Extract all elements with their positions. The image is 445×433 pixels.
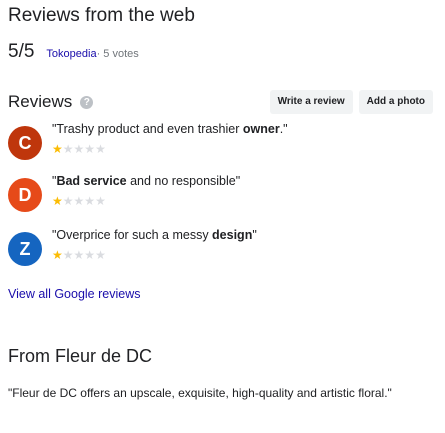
review-highlight: design [212, 228, 253, 242]
owner-description: "Fleur de DC offers an upscale, exquisit… [8, 386, 392, 400]
star-rating: ★★★★★ [52, 142, 106, 156]
review-highlight: Bad service [56, 174, 127, 188]
web-review-source-link[interactable]: Tokopedia [46, 48, 96, 60]
avatar: C [8, 126, 42, 160]
review-text: "Bad service and no responsible" [52, 174, 241, 188]
add-photo-button[interactable]: Add a photo [358, 90, 433, 114]
star-empty-icon: ★ [73, 142, 85, 156]
star-empty-icon: ★ [62, 194, 74, 208]
star-empty-icon: ★ [95, 248, 106, 262]
avatar: D [8, 178, 42, 212]
star-rating: ★★★★★ [52, 194, 106, 208]
help-circle-icon[interactable]: ? [80, 95, 94, 109]
star-empty-icon: ★ [73, 248, 85, 262]
review-item[interactable]: D "Bad service and no responsible" ★★★★★ [8, 172, 437, 220]
web-reviews-title: Reviews from the web [8, 5, 195, 26]
star-rating: ★★★★★ [52, 248, 106, 262]
web-review-votes: · 5 votes [96, 48, 139, 60]
star-filled-icon: ★ [52, 248, 63, 262]
star-empty-icon: ★ [95, 142, 106, 156]
star-empty-icon: ★ [84, 248, 96, 262]
star-filled-icon: ★ [52, 194, 63, 208]
star-filled-icon: ★ [52, 142, 63, 156]
web-review-score: 5/5 [8, 41, 35, 62]
review-item[interactable]: C "Trashy product and even trashier owne… [8, 120, 437, 168]
review-text: "Trashy product and even trashier owner.… [52, 122, 288, 136]
web-review-summary: 5/5 Tokopedia · 5 votes [8, 41, 139, 63]
star-empty-icon: ★ [84, 142, 96, 156]
review-text: "Overprice for such a messy design" [52, 228, 257, 242]
star-empty-icon: ★ [95, 194, 106, 208]
reviews-header: Reviews ? Write a review Add a photo [8, 88, 433, 116]
review-highlight: owner [242, 122, 280, 136]
write-review-button[interactable]: Write a review [269, 90, 353, 114]
star-empty-icon: ★ [73, 194, 85, 208]
star-empty-icon: ★ [84, 194, 96, 208]
avatar: Z [8, 232, 42, 266]
reviews-title: Reviews [8, 92, 73, 111]
review-item[interactable]: Z "Overprice for such a messy design" ★★… [8, 226, 437, 274]
view-all-reviews-link[interactable]: View all Google reviews [8, 287, 140, 301]
star-empty-icon: ★ [62, 248, 74, 262]
from-owner-title: From Fleur de DC [8, 346, 153, 366]
star-empty-icon: ★ [62, 142, 74, 156]
